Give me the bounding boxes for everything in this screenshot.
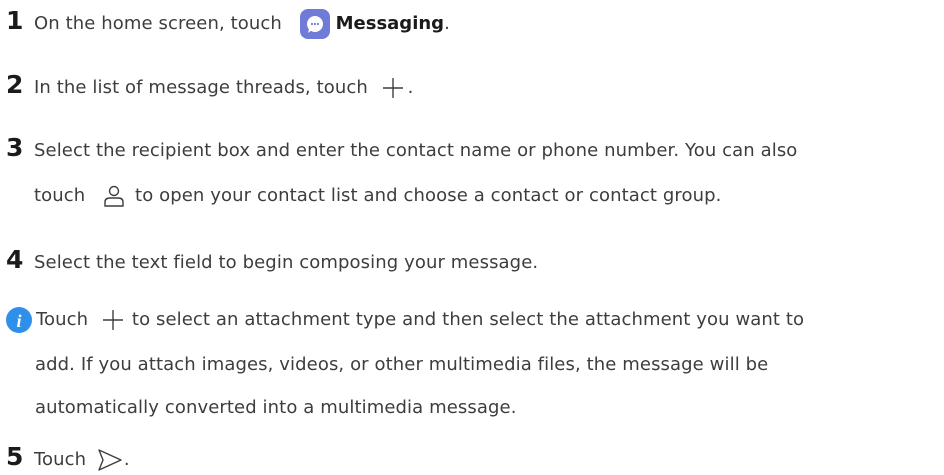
step-text: In the list of message threads, touch (34, 77, 368, 98)
contact-icon (103, 185, 125, 207)
step-text-end: . (444, 13, 450, 34)
step-3-continued: touch to open your contact list and choo… (34, 185, 721, 207)
messaging-app-icon (299, 9, 330, 39)
step-number: 3 (6, 133, 24, 162)
note-text: automatically converted into a multimedi… (35, 397, 517, 418)
step-3: 3 Select the recipient box and enter the … (0, 133, 797, 162)
step-text-end: . (123, 449, 130, 470)
step-text: Select the text field to begin composing… (34, 252, 539, 273)
step-text: Touch (34, 449, 87, 470)
note-text: Touch (36, 309, 89, 330)
step-text-end: to open your contact list and choose a c… (135, 185, 722, 206)
note-text: to select an attachment type and then se… (131, 309, 805, 330)
step-4: 4 Select the text field to begin composin… (0, 245, 538, 274)
step-text: touch (34, 185, 86, 206)
info-icon: i (6, 307, 32, 333)
note-line-2: add. If you attach images, videos, or ot… (35, 354, 768, 375)
note-text: add. If you attach images, videos, or ot… (35, 354, 769, 375)
step-number: 1 (6, 6, 24, 35)
step-text: On the home screen, touch (34, 13, 282, 34)
step-2: 2 In the list of message threads, touch . (0, 70, 413, 99)
step-number: 4 (6, 245, 24, 274)
step-number: 2 (6, 70, 24, 99)
step-text-end: . (407, 77, 414, 98)
plus-icon (382, 77, 404, 99)
note-line-3: automatically converted into a multimedi… (35, 397, 517, 418)
step-text: Select the recipient box and enter the c… (34, 140, 798, 161)
note-line-1: i Touch to select an attachment type and… (6, 307, 804, 333)
plus-icon (102, 309, 124, 331)
send-icon (98, 449, 122, 471)
step-5: 5 Touch . (0, 442, 130, 471)
app-name-messaging: Messaging (335, 13, 445, 34)
step-1: 1 On the home screen, touch Messaging. (0, 6, 450, 39)
step-number: 5 (6, 442, 24, 471)
svg-text:i: i (16, 311, 21, 331)
